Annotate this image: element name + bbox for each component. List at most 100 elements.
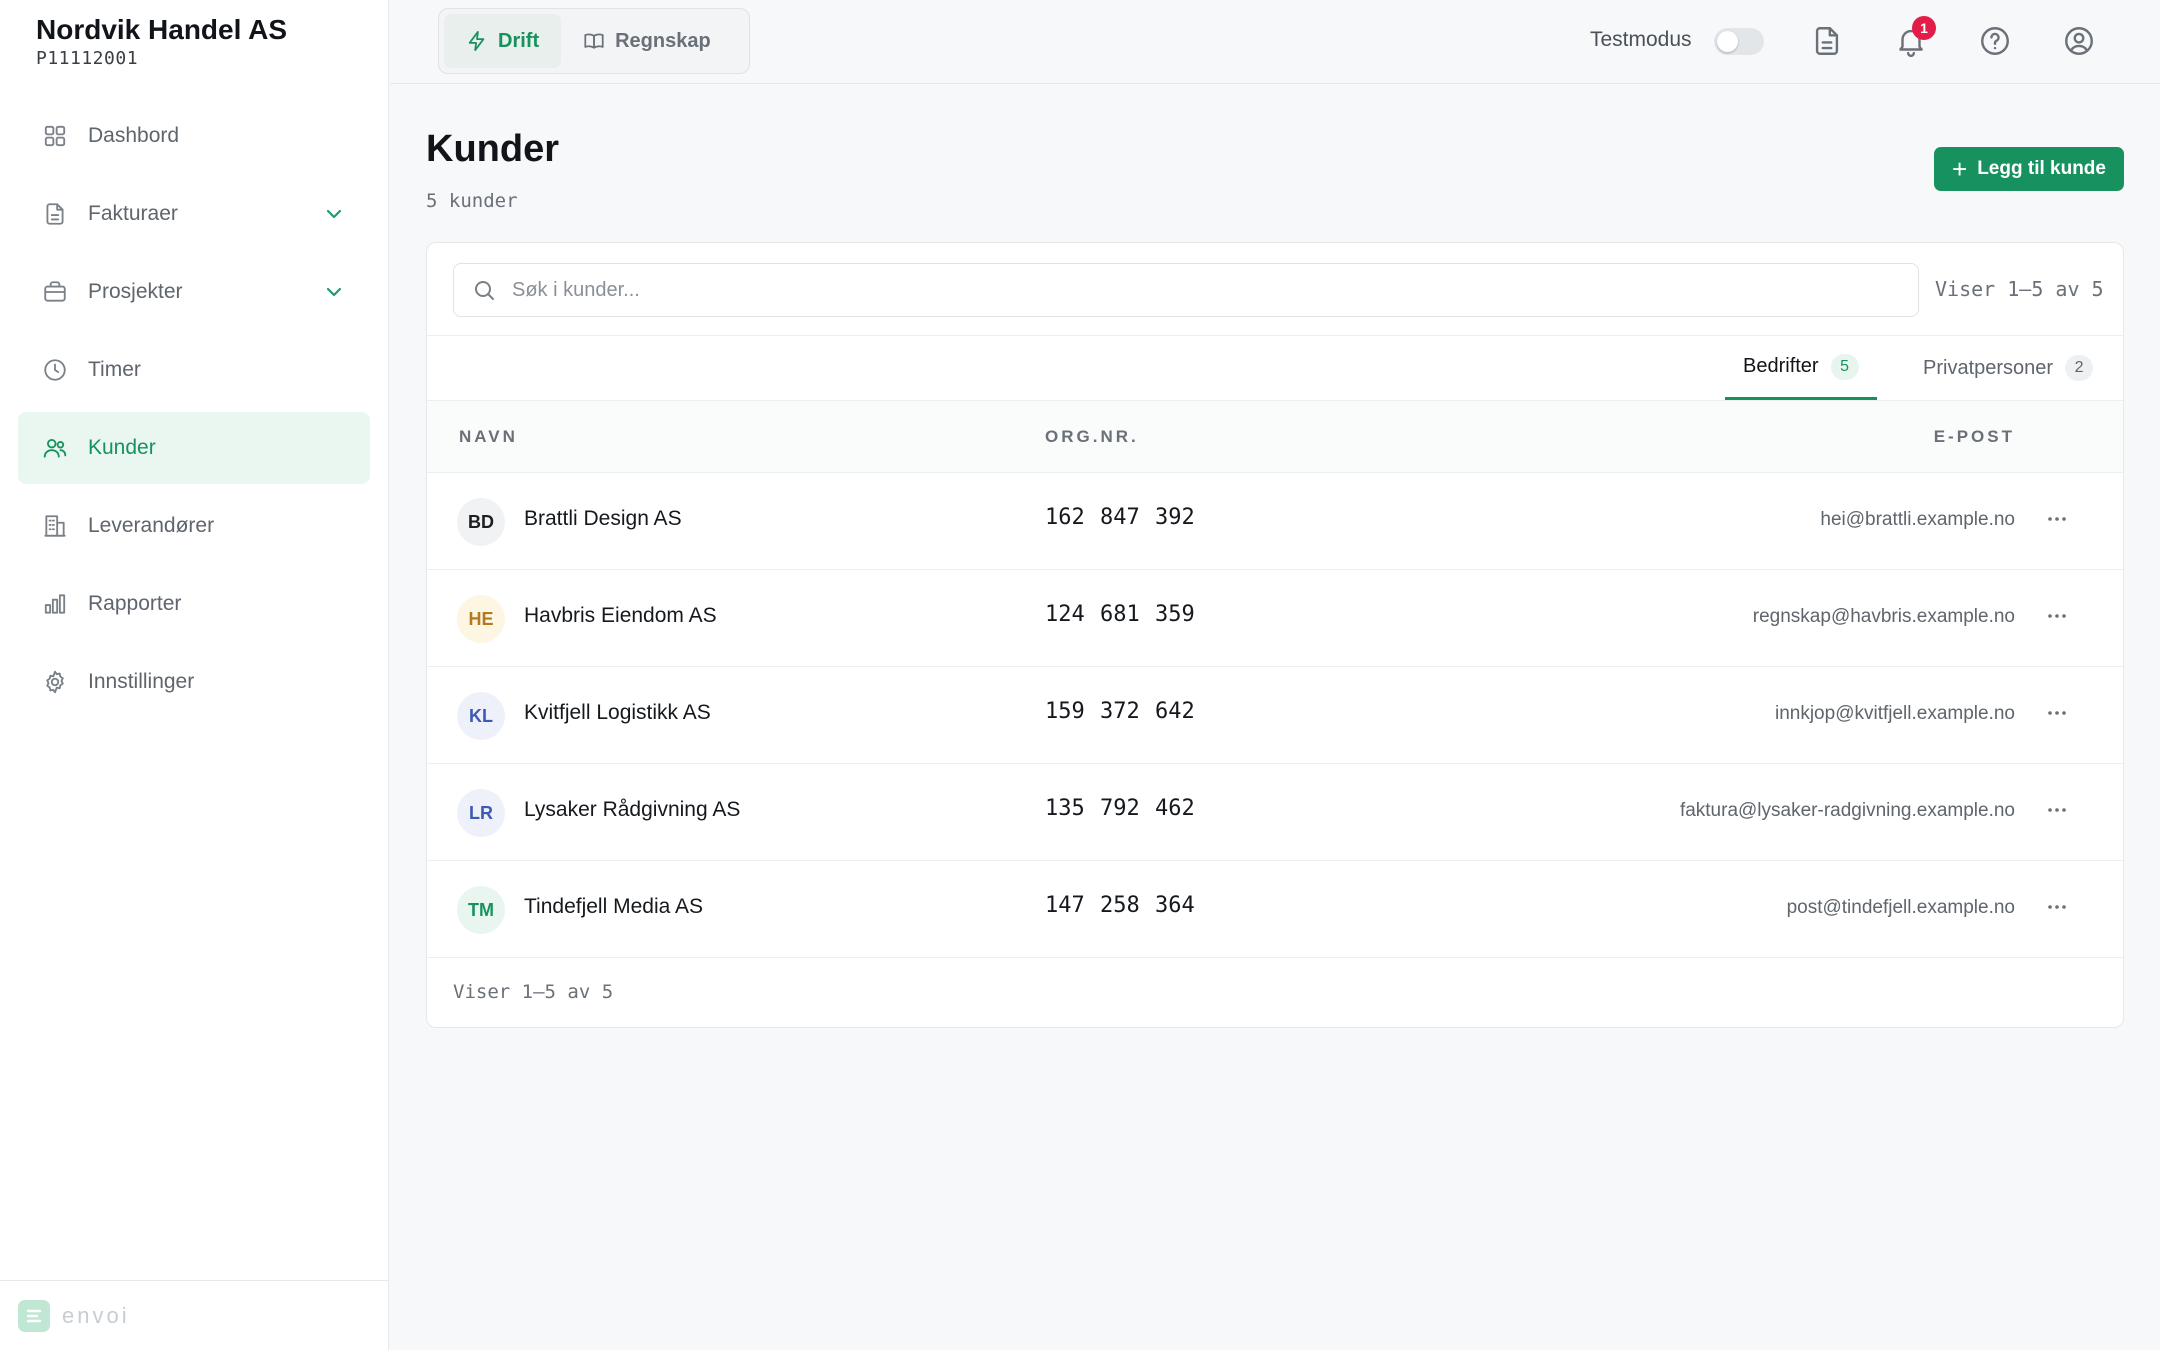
tab-bedrifter[interactable]: Bedrifter 5 bbox=[1725, 336, 1877, 400]
customer-table-card: Viser 1–5 av 5 Bedrifter 5 Privatpersone… bbox=[426, 242, 2124, 1028]
sidebar-item-fakturaer[interactable]: Fakturaer bbox=[18, 178, 370, 250]
more-options-icon[interactable] bbox=[2045, 604, 2069, 628]
tab-label: Bedrifter bbox=[1743, 355, 1819, 377]
sidebar-footer: envoi bbox=[0, 1280, 389, 1350]
document-icon bbox=[42, 201, 68, 227]
tab-regnskap[interactable]: Regnskap bbox=[561, 14, 733, 68]
sidebar-item-prosjekter[interactable]: Prosjekter bbox=[18, 256, 370, 328]
sidebar-item-label: Innstillinger bbox=[88, 670, 195, 693]
page-title: Kunder bbox=[426, 128, 559, 170]
customer-email: regnskap@havbris.example.no bbox=[1752, 606, 2015, 627]
org-number: 124 681 359 bbox=[1045, 602, 1195, 627]
tab-label: Regnskap bbox=[615, 29, 711, 52]
customer-count: 5 kunder bbox=[426, 190, 518, 212]
sidebar-item-label: Fakturaer bbox=[88, 202, 178, 225]
tab-count: 5 bbox=[1830, 353, 1859, 380]
toggle-knob bbox=[1717, 31, 1738, 52]
brand-logo-icon bbox=[18, 1299, 50, 1332]
avatar: KL bbox=[457, 692, 505, 740]
table-row[interactable]: TM Tindefjell Media AS 147 258 364 post@tin… bbox=[427, 861, 2123, 958]
customer-name[interactable]: Lysaker Rådgivning AS bbox=[524, 798, 740, 822]
more-options-icon[interactable] bbox=[2045, 798, 2069, 822]
sidebar-item-rapporter[interactable]: Rapporter bbox=[18, 568, 370, 640]
search-box[interactable] bbox=[453, 263, 1919, 317]
search-input[interactable] bbox=[512, 278, 1862, 302]
top-bar: Drift Regnskap Testmodus 1 bbox=[390, 0, 2160, 84]
sidebar: Nordvik Handel AS P11112001 Dashbord Fak… bbox=[0, 0, 389, 1350]
customer-email: hei@brattli.example.no bbox=[1820, 509, 2015, 530]
tab-privatpersoner[interactable]: Privatpersoner 2 bbox=[1905, 336, 2111, 400]
customer-name[interactable]: Kvitfjell Logistikk AS bbox=[524, 701, 711, 725]
grid-icon bbox=[42, 123, 68, 149]
sidebar-item-label: Kunder bbox=[88, 436, 156, 459]
gear-icon bbox=[42, 669, 68, 695]
more-options-icon[interactable] bbox=[2045, 895, 2069, 919]
add-customer-button[interactable]: + Legg til kunde bbox=[1934, 147, 2124, 191]
table-row[interactable]: HE Havbris Eiendom AS 124 681 359 regnskap@… bbox=[427, 570, 2123, 667]
test-mode-toggle[interactable] bbox=[1714, 28, 1764, 55]
avatar: HE bbox=[457, 595, 505, 643]
sidebar-item-label: Prosjekter bbox=[88, 280, 183, 303]
lightning-icon bbox=[468, 30, 485, 52]
org-name[interactable]: Nordvik Handel AS bbox=[36, 14, 287, 46]
org-number: 147 258 364 bbox=[1045, 893, 1195, 918]
sidebar-item-label: Dashbord bbox=[88, 124, 180, 147]
users-icon bbox=[42, 435, 68, 461]
customer-name[interactable]: Brattli Design AS bbox=[524, 507, 682, 531]
avatar: BD bbox=[457, 498, 505, 546]
building-icon bbox=[42, 513, 68, 539]
customer-email: innkjop@kvitfjell.example.no bbox=[1774, 703, 2015, 724]
table-row[interactable]: KL Kvitfjell Logistikk AS 159 372 642 innkj… bbox=[427, 667, 2123, 764]
table-header: NAVN ORG.NR. E-POST bbox=[427, 401, 2123, 473]
tab-label: Privatpersoner bbox=[1923, 356, 2054, 379]
pagination-summary-bottom: Viser 1–5 av 5 bbox=[453, 981, 614, 1003]
sidebar-item-innstillinger[interactable]: Innstillinger bbox=[18, 646, 370, 718]
sidebar-item-leverandorer[interactable]: Leverandører bbox=[18, 490, 370, 562]
customer-email: post@tindefjell.example.no bbox=[1786, 897, 2015, 918]
bar-chart-icon bbox=[42, 591, 68, 617]
chevron-down-icon[interactable] bbox=[322, 280, 346, 304]
tab-label: Drift bbox=[498, 29, 540, 52]
column-header-email[interactable]: E-POST bbox=[1934, 427, 2015, 447]
document-icon[interactable] bbox=[1810, 24, 1844, 58]
org-number: 135 792 462 bbox=[1045, 796, 1195, 821]
avatar: LR bbox=[457, 789, 505, 837]
org-id: P11112001 bbox=[36, 48, 139, 69]
customer-name[interactable]: Havbris Eiendom AS bbox=[524, 604, 717, 628]
table-row[interactable]: LR Lysaker Rådgivning AS 135 792 462 faktur… bbox=[427, 764, 2123, 861]
org-number: 162 847 392 bbox=[1045, 505, 1195, 530]
add-customer-label: Legg til kunde bbox=[1977, 158, 2106, 179]
book-icon bbox=[584, 33, 604, 49]
sidebar-item-label: Rapporter bbox=[88, 592, 182, 615]
notification-badge: 1 bbox=[1912, 16, 1936, 40]
clock-icon bbox=[42, 357, 68, 383]
org-number: 159 372 642 bbox=[1045, 699, 1195, 724]
avatar: TM bbox=[457, 886, 505, 934]
sidebar-item-dashbord[interactable]: Dashbord bbox=[18, 100, 370, 172]
user-account-icon[interactable] bbox=[2062, 24, 2096, 58]
module-switcher: Drift Regnskap bbox=[438, 8, 750, 74]
chevron-down-icon[interactable] bbox=[322, 202, 346, 226]
test-mode-label: Testmodus bbox=[1590, 28, 1692, 51]
tab-count: 2 bbox=[2065, 355, 2094, 381]
briefcase-icon bbox=[42, 279, 68, 305]
plus-icon: + bbox=[1952, 154, 1968, 184]
more-options-icon[interactable] bbox=[2045, 701, 2069, 725]
sidebar-item-label: Timer bbox=[88, 358, 141, 381]
customer-type-tabs: Bedrifter 5 Privatpersoner 2 bbox=[427, 335, 2123, 401]
pagination-summary-top: Viser 1–5 av 5 bbox=[1935, 277, 2104, 301]
sidebar-nav: Dashbord Fakturaer Prosjekter Timer Kund… bbox=[18, 100, 370, 724]
column-header-orgnr[interactable]: ORG.NR. bbox=[1045, 427, 1139, 447]
column-header-name[interactable]: NAVN bbox=[459, 427, 518, 447]
search-icon bbox=[475, 281, 494, 300]
table-row[interactable]: BD Brattli Design AS 162 847 392 hei@brattl… bbox=[427, 473, 2123, 570]
more-options-icon[interactable] bbox=[2045, 507, 2069, 531]
sidebar-item-timer[interactable]: Timer bbox=[18, 334, 370, 406]
brand-name: envoi bbox=[62, 1302, 130, 1328]
sidebar-item-kunder[interactable]: Kunder bbox=[18, 412, 370, 484]
tab-drift[interactable]: Drift bbox=[444, 14, 562, 68]
customer-name[interactable]: Tindefjell Media AS bbox=[524, 895, 703, 919]
sidebar-item-label: Leverandører bbox=[88, 514, 215, 537]
help-icon[interactable] bbox=[1978, 24, 2012, 58]
customer-email: faktura@lysaker-radgivning.example.no bbox=[1679, 800, 2015, 821]
